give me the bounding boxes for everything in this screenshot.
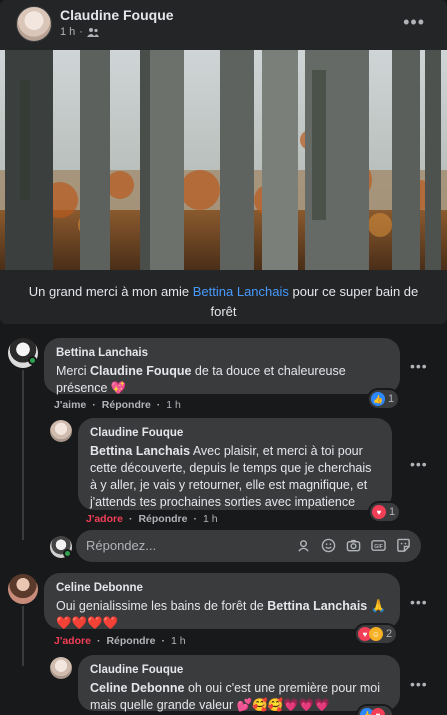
- more-horizontal-icon[interactable]: •••: [403, 12, 425, 33]
- love-icon: ♥: [372, 505, 386, 519]
- love-icon: ♥: [371, 708, 385, 715]
- comment-author-name[interactable]: Bettina Lanchais: [56, 345, 388, 362]
- reaction-summary[interactable]: 👍 ♥: [358, 706, 392, 715]
- reaction-summary[interactable]: ♥ 1: [370, 503, 400, 521]
- reply-author-name[interactable]: Claudine Fouque: [90, 662, 388, 679]
- comment-author-name[interactable]: Celine Debonne: [56, 580, 388, 597]
- like-icon: 👍: [371, 392, 385, 406]
- reply-mention[interactable]: Celine Debonne: [90, 681, 184, 695]
- reply-actions: J'adore · Répondre · 1 h: [86, 513, 218, 525]
- post-meta: 1 h ·: [60, 26, 99, 38]
- reply-bubble: Claudine Fouque Celine Debonne oh oui c'…: [78, 655, 400, 712]
- reply-time[interactable]: 1 h: [203, 513, 218, 525]
- sticker-icon[interactable]: [395, 537, 411, 553]
- avatar-sticker-icon[interactable]: [295, 537, 311, 553]
- love-link[interactable]: J'adore: [54, 635, 91, 647]
- post-time[interactable]: 1 h: [60, 26, 75, 38]
- comment-time[interactable]: 1 h: [166, 399, 181, 411]
- reply-avatar[interactable]: [50, 420, 72, 442]
- forest-photo[interactable]: [0, 50, 447, 270]
- reply-link[interactable]: Répondre: [102, 399, 151, 411]
- comment-actions: J'adore · Répondre · 1 h: [54, 635, 186, 647]
- reply-link[interactable]: Répondre: [138, 513, 187, 525]
- reply-mention[interactable]: Bettina Lanchais: [90, 444, 190, 458]
- reaction-summary[interactable]: 👍 1: [369, 390, 399, 408]
- comment-time[interactable]: 1 h: [171, 635, 186, 647]
- camera-icon[interactable]: [345, 537, 361, 553]
- comment-mention[interactable]: Bettina Lanchais: [267, 599, 367, 613]
- reply-avatar[interactable]: [50, 657, 72, 679]
- love-link[interactable]: J'adore: [86, 513, 123, 525]
- friends-icon: [86, 28, 99, 37]
- like-link[interactable]: J'aime: [54, 399, 86, 411]
- facebook-post-page: Claudine Fouque 1 h · ••• Un grand merci…: [0, 0, 447, 715]
- online-status-dot: [63, 549, 72, 558]
- post-header: Claudine Fouque 1 h · •••: [0, 0, 447, 50]
- forest-image: [0, 50, 447, 270]
- comment-more-icon[interactable]: •••: [410, 594, 428, 610]
- emoji-icon[interactable]: [320, 537, 336, 553]
- reply-placeholder: Répondez...: [86, 538, 157, 553]
- thread-line: [22, 606, 24, 666]
- reply-author-name[interactable]: Claudine Fouque: [90, 425, 380, 442]
- caption-mention-link[interactable]: Bettina Lanchais: [193, 284, 289, 299]
- online-status-dot: [28, 356, 37, 365]
- reply-link[interactable]: Répondre: [106, 635, 155, 647]
- gif-icon[interactable]: GIF: [370, 537, 386, 553]
- reply-input[interactable]: Répondez... GIF: [76, 530, 421, 562]
- reply-more-icon[interactable]: •••: [410, 676, 428, 692]
- reaction-summary[interactable]: ♥ ☺ 2: [356, 625, 397, 643]
- post-caption: Un grand merci à mon amie Bettina Lancha…: [28, 284, 419, 319]
- comment-mention[interactable]: Claudine Fouque: [90, 364, 191, 378]
- post-author-name[interactable]: Claudine Fouque: [60, 7, 174, 23]
- thread-line: [22, 370, 24, 540]
- post-card: Claudine Fouque 1 h · ••• Un grand merci…: [0, 0, 447, 324]
- care-icon: ☺: [369, 627, 383, 641]
- author-avatar[interactable]: [16, 6, 52, 42]
- comment-bubble: Bettina Lanchais Merci Claudine Fouque d…: [44, 338, 400, 395]
- reply-more-icon[interactable]: •••: [410, 456, 428, 472]
- reply-bubble: Claudine Fouque Bettina Lanchais Avec pl…: [78, 418, 392, 510]
- comment-actions: J'aime · Répondre · 1 h: [54, 399, 181, 411]
- svg-text:GIF: GIF: [374, 543, 383, 549]
- comment-more-icon[interactable]: •••: [410, 358, 428, 374]
- commenter-avatar[interactable]: [8, 574, 38, 604]
- reply-tools: GIF: [295, 537, 411, 553]
- comment-bubble: Celine Debonne Oui genialissime les bain…: [44, 573, 400, 630]
